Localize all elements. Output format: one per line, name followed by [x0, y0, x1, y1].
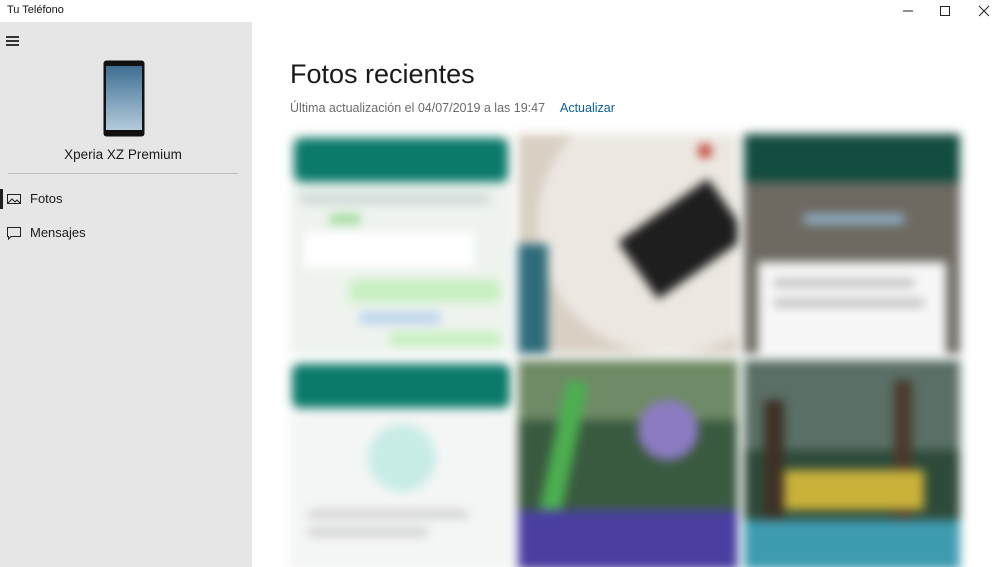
maximize-icon [940, 6, 950, 16]
close-button[interactable] [964, 0, 1000, 22]
photo-3[interactable] [744, 134, 960, 354]
photo-1[interactable] [290, 134, 512, 354]
minimize-button[interactable] [888, 0, 928, 22]
photo-icon [7, 194, 21, 204]
maximize-button[interactable] [925, 0, 965, 22]
photo-5[interactable] [518, 360, 738, 567]
window-title: Tu Teléfono [7, 4, 64, 16]
photo-4[interactable] [290, 360, 512, 567]
update-link[interactable]: Actualizar [560, 101, 615, 115]
phone-icon [103, 60, 145, 137]
hamburger-icon[interactable] [6, 35, 22, 47]
title-bar: Tu Teléfono [0, 0, 1000, 22]
message-icon [7, 227, 21, 241]
last-update-text: Última actualización el 04/07/2019 a las… [290, 101, 546, 115]
sidebar-item-fotos[interactable]: Fotos [0, 185, 252, 213]
sidebar-item-label: Mensajes [30, 225, 86, 240]
page-title: Fotos recientes [290, 59, 475, 89]
photo-2[interactable] [518, 134, 738, 354]
sidebar-divider [8, 173, 238, 174]
photo-6[interactable] [744, 360, 960, 567]
sidebar-item-label: Fotos [30, 191, 63, 206]
device-name: Xperia XZ Premium [64, 147, 182, 162]
main-content: Fotos recientes Última actualización el … [252, 22, 1000, 567]
active-indicator [0, 189, 3, 209]
sidebar-item-mensajes[interactable]: Mensajes [0, 219, 252, 247]
minimize-icon [903, 10, 913, 12]
sidebar: Xperia XZ Premium Fotos Mensajes [0, 22, 252, 567]
close-icon [978, 5, 990, 17]
